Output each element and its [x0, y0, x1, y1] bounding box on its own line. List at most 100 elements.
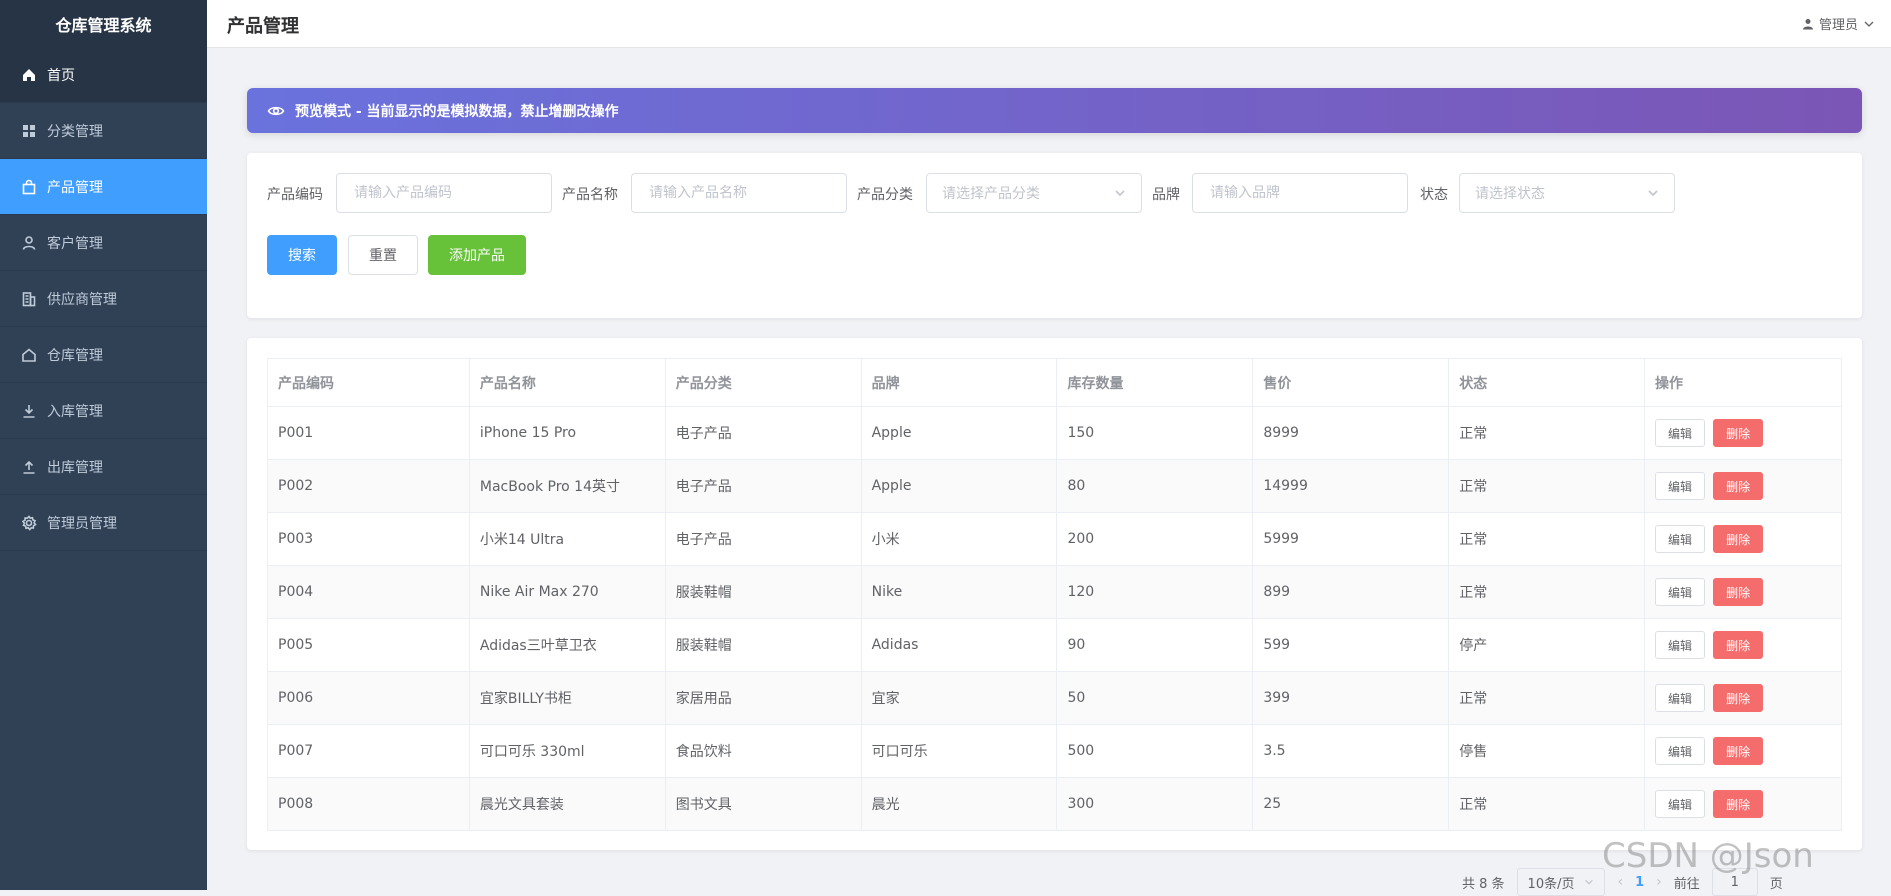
- delete-button[interactable]: 删除: [1713, 790, 1764, 818]
- banner-text: 预览模式 - 当前显示的是模拟数据，禁止增删改操作: [295, 103, 619, 120]
- gear-icon: [20, 514, 38, 532]
- code-field[interactable]: [352, 184, 536, 202]
- cell-code: P002: [267, 459, 470, 513]
- column-header-brand: 品牌: [860, 358, 1058, 407]
- edit-button[interactable]: 编辑: [1655, 631, 1706, 659]
- search-card: 产品编码 产品名称 产品分类 请选择产品分类 品牌 状态 请选择状态 搜索 重置…: [247, 153, 1862, 318]
- sidebar-item-category[interactable]: 分类管理: [0, 103, 207, 159]
- current-page[interactable]: 1: [1635, 875, 1644, 890]
- next-page-icon[interactable]: ›: [1656, 874, 1662, 890]
- building-icon: [20, 290, 38, 308]
- cell-category: 服装鞋帽: [664, 618, 862, 672]
- code-input[interactable]: [336, 173, 552, 213]
- cell-status: 停产: [1448, 618, 1646, 672]
- cell-brand: Apple: [860, 459, 1058, 513]
- sidebar-item-home[interactable]: 首页: [0, 47, 207, 103]
- delete-button[interactable]: 删除: [1713, 737, 1764, 765]
- cell-actions: 编辑 删除: [1644, 671, 1842, 725]
- edit-button[interactable]: 编辑: [1655, 525, 1706, 553]
- sidebar-item-admin[interactable]: 管理员管理: [0, 495, 207, 551]
- sidebar-item-product[interactable]: 产品管理: [0, 159, 207, 215]
- user-icon: [1802, 18, 1813, 29]
- table-row: P004 Nike Air Max 270 服装鞋帽 Nike 120 899 …: [267, 565, 1842, 619]
- cell-price: 25: [1252, 777, 1450, 831]
- cell-status: 正常: [1448, 459, 1646, 513]
- edit-button[interactable]: 编辑: [1655, 578, 1706, 606]
- cell-category: 电子产品: [664, 512, 862, 566]
- cell-name: MacBook Pro 14英寸: [468, 459, 666, 513]
- table-header-row: 产品编码 产品名称 产品分类 品牌 库存数量 售价 状态 操作: [267, 358, 1842, 407]
- cell-actions: 编辑 删除: [1644, 565, 1842, 619]
- cell-actions: 编辑 删除: [1644, 777, 1842, 831]
- brand-input[interactable]: [1192, 173, 1408, 213]
- cell-price: 8999: [1252, 406, 1450, 460]
- name-input[interactable]: [631, 173, 847, 213]
- cell-name: 晨光文具套装: [468, 777, 666, 831]
- reset-button[interactable]: 重置: [348, 235, 418, 275]
- cell-status: 正常: [1448, 406, 1646, 460]
- delete-button[interactable]: 删除: [1713, 472, 1764, 500]
- table-row: P008 晨光文具套装 图书文具 晨光 300 25 正常 编辑 删除: [267, 777, 1842, 831]
- preview-banner: 预览模式 - 当前显示的是模拟数据，禁止增删改操作: [247, 88, 1862, 133]
- cell-price: 5999: [1252, 512, 1450, 566]
- cell-status: 正常: [1448, 565, 1646, 619]
- delete-button[interactable]: 删除: [1713, 578, 1764, 606]
- edit-button[interactable]: 编辑: [1655, 419, 1706, 447]
- code-label: 产品编码: [267, 187, 323, 203]
- cell-stock: 80: [1056, 459, 1254, 513]
- table-row: P002 MacBook Pro 14英寸 电子产品 Apple 80 1499…: [267, 459, 1842, 513]
- add-product-button[interactable]: 添加产品: [428, 235, 526, 275]
- cell-code: P006: [267, 671, 470, 725]
- cell-status: 正常: [1448, 777, 1646, 831]
- edit-button[interactable]: 编辑: [1655, 472, 1706, 500]
- cell-stock: 500: [1056, 724, 1254, 778]
- user-menu[interactable]: 管理员: [1802, 14, 1875, 33]
- cell-category: 图书文具: [664, 777, 862, 831]
- cell-stock: 120: [1056, 565, 1254, 619]
- cell-brand: 晨光: [860, 777, 1058, 831]
- cell-stock: 90: [1056, 618, 1254, 672]
- status-placeholder: 请选择状态: [1475, 186, 1545, 202]
- page-size-select[interactable]: 10条/页: [1516, 868, 1606, 896]
- delete-button[interactable]: 删除: [1713, 631, 1764, 659]
- search-button[interactable]: 搜索: [267, 235, 337, 275]
- sidebar-item-outbound[interactable]: 出库管理: [0, 439, 207, 495]
- sidebar-item-label: 仓库管理: [47, 347, 103, 364]
- table-card: 产品编码 产品名称 产品分类 品牌 库存数量 售价 状态 操作 P001 iPh…: [247, 338, 1862, 850]
- cell-stock: 300: [1056, 777, 1254, 831]
- status-select[interactable]: 请选择状态: [1459, 173, 1675, 213]
- cell-name: Adidas三叶草卫衣: [468, 618, 666, 672]
- cell-brand: 宜家: [860, 671, 1058, 725]
- sidebar-item-customer[interactable]: 客户管理: [0, 215, 207, 271]
- sidebar-item-warehouse[interactable]: 仓库管理: [0, 327, 207, 383]
- delete-button[interactable]: 删除: [1713, 525, 1764, 553]
- cell-status: 停售: [1448, 724, 1646, 778]
- category-label: 产品分类: [857, 187, 913, 203]
- chevron-down-icon: [1648, 190, 1658, 197]
- delete-button[interactable]: 删除: [1713, 684, 1764, 712]
- sidebar-item-supplier[interactable]: 供应商管理: [0, 271, 207, 327]
- edit-button[interactable]: 编辑: [1655, 790, 1706, 818]
- cell-code: P005: [267, 618, 470, 672]
- cell-category: 电子产品: [664, 459, 862, 513]
- cell-name: 小米14 Ultra: [468, 512, 666, 566]
- cell-category: 电子产品: [664, 406, 862, 460]
- edit-button[interactable]: 编辑: [1655, 737, 1706, 765]
- prev-page-icon[interactable]: ‹: [1617, 874, 1623, 890]
- sidebar-item-inbound[interactable]: 入库管理: [0, 383, 207, 439]
- category-select[interactable]: 请选择产品分类: [926, 173, 1142, 213]
- table-row: P001 iPhone 15 Pro 电子产品 Apple 150 8999 正…: [267, 406, 1842, 460]
- column-header-category: 产品分类: [664, 358, 862, 407]
- delete-button[interactable]: 删除: [1713, 419, 1764, 447]
- home-icon: [20, 66, 38, 84]
- table-row: P007 可口可乐 330ml 食品饮料 可口可乐 500 3.5 停售 编辑删…: [267, 724, 1842, 778]
- category-placeholder: 请选择产品分类: [942, 186, 1040, 202]
- cell-actions: 编辑 删除: [1644, 406, 1842, 460]
- cell-stock: 200: [1056, 512, 1254, 566]
- cell-price: 599: [1252, 618, 1450, 672]
- edit-button[interactable]: 编辑: [1655, 684, 1706, 712]
- user-icon: [20, 234, 38, 252]
- brand-field[interactable]: [1208, 184, 1392, 202]
- name-field[interactable]: [647, 184, 831, 202]
- cell-stock: 50: [1056, 671, 1254, 725]
